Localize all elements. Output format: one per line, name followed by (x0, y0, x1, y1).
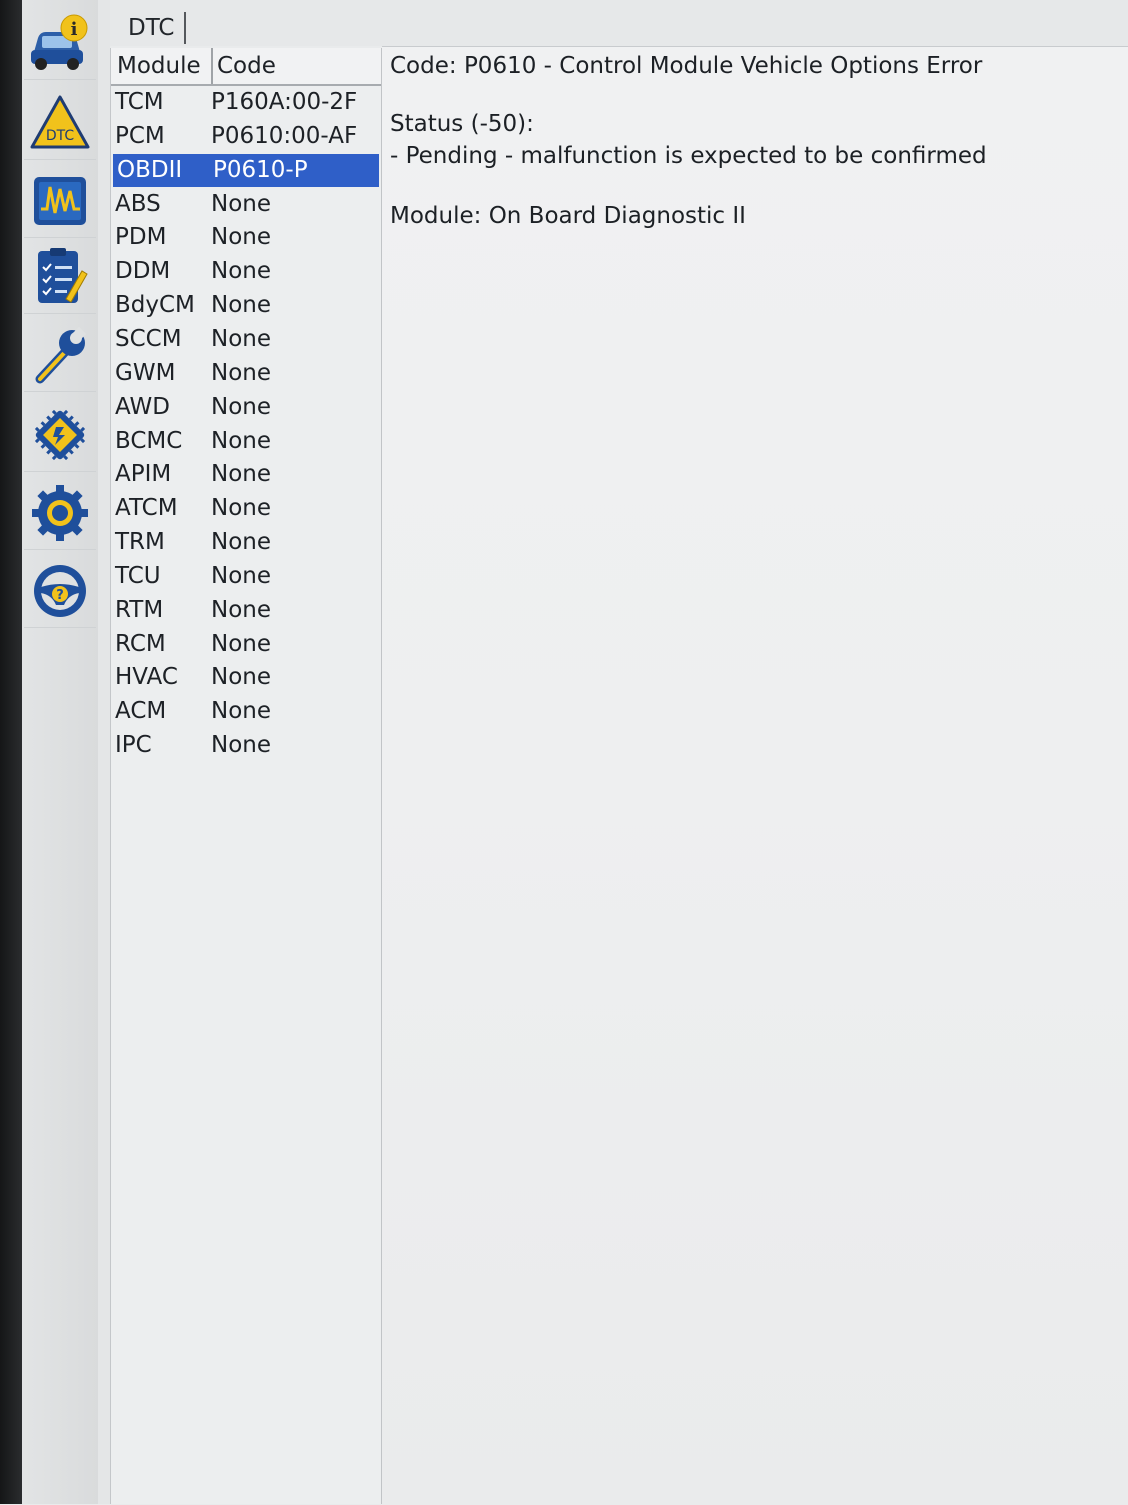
help-wheel-icon[interactable]: ? (24, 554, 96, 628)
module-cell: TCM (115, 89, 164, 115)
code-cell: None (211, 732, 272, 759)
module-cell: RTM (115, 596, 164, 623)
code-cell: None (211, 427, 272, 454)
table-row[interactable]: OBDII P0610-P (113, 153, 379, 187)
code-cell: None (211, 224, 272, 251)
table-row[interactable]: HVAC None (111, 661, 381, 694)
wrench-icon[interactable] (24, 318, 96, 392)
column-header-module[interactable]: Module (117, 53, 201, 79)
module-cell: ACM (115, 698, 167, 725)
chip-icon[interactable] (24, 398, 96, 472)
detail-status-description: - Pending - malfunction is expected to b… (390, 143, 987, 169)
code-cell: P0610:00-AF (211, 122, 358, 149)
code-cell: None (211, 664, 272, 691)
table-row[interactable]: RCM None (111, 628, 381, 661)
module-cell: PDM (115, 224, 167, 251)
code-cell: None (211, 359, 272, 386)
module-cell: DDM (115, 258, 171, 285)
module-cell: TCU (115, 562, 161, 589)
dtc-detail-pane: Code: P0610 - Control Module Vehicle Opt… (382, 46, 1128, 1505)
module-cell: BCMC (115, 427, 183, 454)
module-cell: SCCM (115, 325, 182, 352)
code-cell: None (211, 630, 272, 657)
table-row[interactable]: PDM None (111, 221, 381, 254)
table-row[interactable]: AWD None (111, 391, 381, 424)
module-cell: APIM (115, 461, 172, 488)
table-row[interactable]: GWM None (111, 357, 381, 390)
svg-text:DTC: DTC (46, 128, 75, 144)
table-row[interactable]: BCMC None (111, 425, 381, 458)
code-cell: P160A:00-2F (211, 89, 358, 115)
module-cell: IPC (115, 732, 152, 759)
detail-code-line: Code: P0610 - Control Module Vehicle Opt… (390, 53, 983, 79)
vehicle-info-icon[interactable]: i (24, 6, 96, 80)
module-cell: GWM (115, 359, 176, 386)
code-cell: None (211, 596, 272, 623)
panel-gap (98, 0, 110, 1504)
checklist-icon[interactable] (24, 240, 96, 314)
code-cell: None (211, 393, 272, 420)
screen-bezel (0, 0, 22, 1504)
module-cell: ABS (115, 190, 161, 217)
table-row[interactable]: ACM None (111, 695, 381, 728)
code-cell: None (211, 562, 272, 589)
module-cell: HVAC (115, 664, 178, 691)
code-cell: None (211, 461, 272, 488)
code-cell: None (211, 495, 272, 522)
code-cell: None (211, 258, 272, 285)
code-cell: None (211, 292, 272, 319)
table-row[interactable]: ABS None (111, 188, 381, 221)
table-row[interactable]: TCU None (111, 560, 381, 593)
tab-bar: DTC (110, 0, 1128, 46)
table-row[interactable]: TCM P160A:00-2F (111, 86, 381, 119)
column-divider[interactable] (211, 48, 213, 84)
code-cell: None (211, 529, 272, 556)
module-cell: RCM (115, 630, 166, 657)
tab-dtc[interactable]: DTC (118, 12, 187, 44)
code-cell: P0610-P (213, 156, 308, 183)
table-row[interactable]: PCM P0610:00-AF (111, 120, 381, 153)
svg-text:?: ? (56, 588, 64, 603)
table-row[interactable]: SCCM None (111, 323, 381, 356)
module-cell: AWD (115, 393, 170, 420)
module-cell: OBDII (117, 156, 183, 183)
module-code-table: Module Code TCM P160A:00-2F PCM P0610:00-AF… (110, 48, 383, 1504)
table-row[interactable]: APIM None (111, 458, 381, 491)
table-row[interactable]: RTM None (111, 594, 381, 627)
table-row[interactable]: TRM None (111, 526, 381, 559)
module-cell: PCM (115, 122, 165, 149)
tool-sidebar: i DTC ? (22, 0, 99, 1504)
gear-icon[interactable] (24, 476, 96, 550)
column-header-code[interactable]: Code (217, 53, 276, 79)
detail-status-line: Status (-50): (390, 111, 534, 137)
module-cell: ATCM (115, 495, 178, 522)
code-cell: None (211, 325, 272, 352)
code-cell: None (211, 698, 272, 725)
detail-module-line: Module: On Board Diagnostic II (390, 203, 746, 229)
table-row[interactable]: BdyCM None (111, 289, 381, 322)
table-row[interactable]: DDM None (111, 255, 381, 288)
module-cell: TRM (115, 529, 165, 556)
table-header: Module Code (111, 48, 381, 86)
code-cell: None (211, 190, 272, 217)
waveform-icon[interactable] (24, 164, 96, 238)
dtc-warning-icon[interactable]: DTC (24, 86, 96, 160)
table-row[interactable]: IPC None (111, 729, 381, 762)
module-cell: BdyCM (115, 292, 195, 319)
svg-text:i: i (71, 19, 78, 40)
table-row[interactable]: ATCM None (111, 492, 381, 525)
